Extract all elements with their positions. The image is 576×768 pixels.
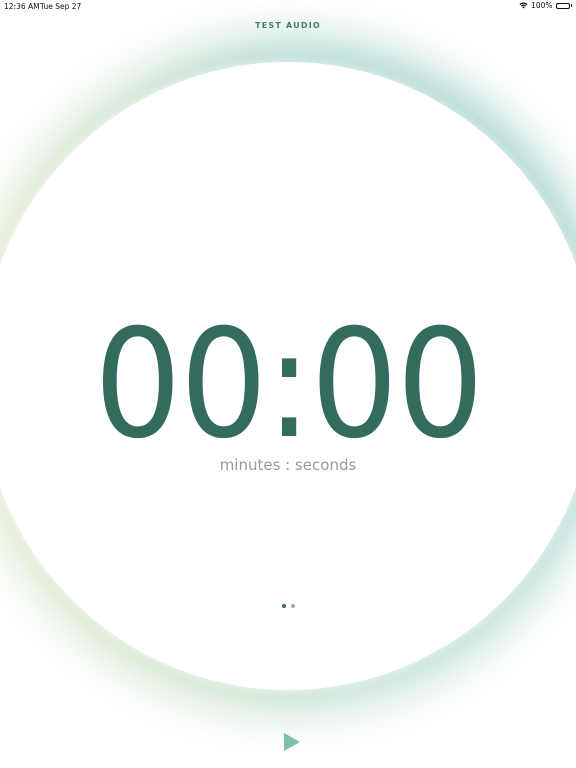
timer-caption: minutes : seconds	[219, 456, 357, 474]
battery-percent: 100%	[531, 1, 553, 10]
status-bar: 12:36 AM Tue Sep 27 100%	[0, 0, 576, 12]
status-indicators: 100%	[519, 1, 572, 10]
timer-digits: 00:00	[93, 298, 484, 472]
page-dot-active[interactable]	[281, 604, 286, 608]
test-audio-button[interactable]: TEST AUDIO	[0, 21, 576, 30]
app-screen: 12:36 AM Tue Sep 27 100% TEST AUDIO 00:0…	[0, 0, 576, 768]
status-time: 12:36 AM	[4, 2, 40, 11]
status-date: Tue Sep 27	[40, 2, 82, 11]
play-button[interactable]	[281, 731, 303, 753]
play-icon	[284, 733, 300, 751]
wifi-icon	[519, 2, 528, 9]
battery-icon	[555, 2, 572, 9]
page-indicator[interactable]	[0, 604, 576, 608]
timer-display: 00:00	[0, 300, 576, 470]
page-dot-inactive[interactable]	[290, 604, 295, 608]
